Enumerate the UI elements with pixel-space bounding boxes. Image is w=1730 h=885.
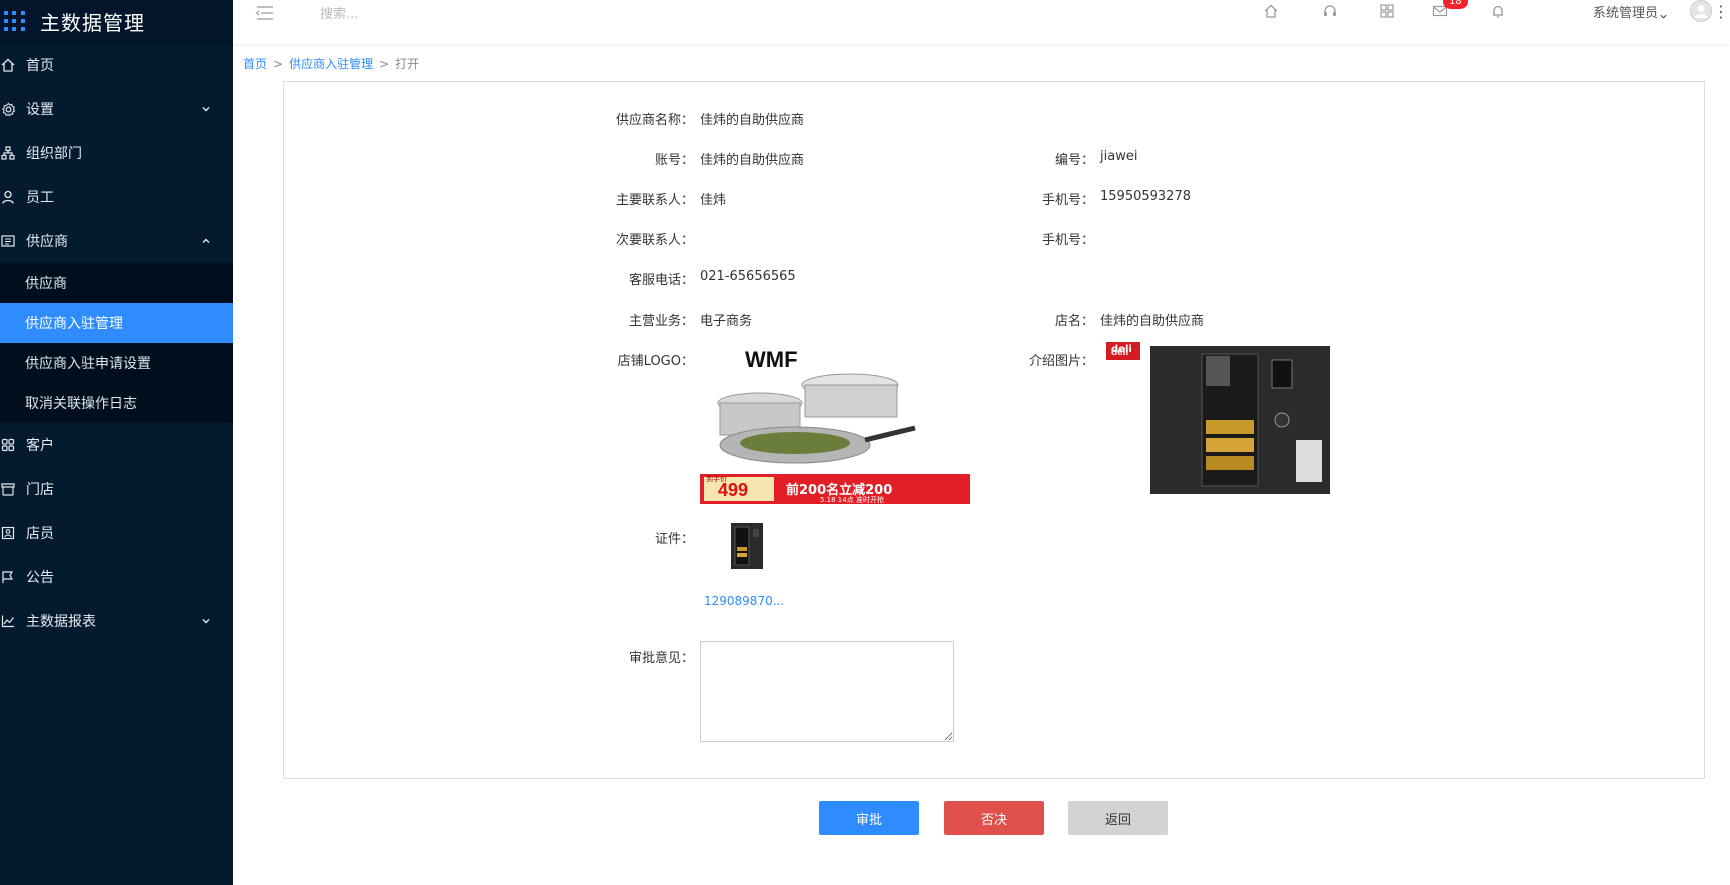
sidebar-item-store[interactable]: 门店	[0, 467, 233, 511]
code-label: 编号：	[1054, 153, 1094, 168]
sidebar-item-label: 公告	[26, 570, 54, 586]
secondary-contact-label: 次要联系人：	[615, 233, 694, 248]
clerk-icon	[0, 525, 16, 541]
supplier-detail-panel: 供应商名称： 佳炜的自助供应商 账号： 佳炜的自助供应商 编号： jiawei …	[283, 81, 1705, 779]
announcement-icon	[0, 569, 16, 585]
org-icon	[0, 145, 16, 161]
shop-logo-label: 店铺LOGO：	[617, 354, 694, 369]
reject-button[interactable]: 否决	[944, 801, 1044, 835]
sidebar-subitem-onboarding-settings[interactable]: 供应商入驻申请设置	[0, 343, 233, 383]
gear-icon	[0, 101, 16, 117]
service-phone-value: 021-65656565	[700, 269, 796, 284]
sidebar-item-label: 门店	[26, 482, 54, 498]
report-icon	[0, 613, 16, 629]
sidebar-item-clerk[interactable]: 店员	[0, 511, 233, 555]
sidebar-item-announcement[interactable]: 公告	[0, 555, 233, 599]
sidebar-item-settings[interactable]: 设置	[0, 87, 233, 131]
shop-name-value: 佳炜的自助供应商	[1100, 314, 1205, 329]
breadcrumb-home[interactable]: 首页	[243, 57, 267, 71]
bell-icon[interactable]	[1490, 3, 1508, 21]
account-label: 账号：	[654, 153, 694, 168]
service-phone-label: 客服电话：	[628, 273, 694, 288]
chevron-down-icon	[201, 614, 211, 630]
back-button[interactable]: 返回	[1068, 801, 1168, 835]
sidebar-menu-lower: 客户 门店 店员 公告 主数据报表	[0, 423, 233, 643]
main-business-value: 电子商务	[700, 314, 753, 329]
sidebar-subitem-onboarding-management[interactable]: 供应商入驻管理	[0, 303, 233, 343]
mail-icon[interactable]: 18	[1432, 0, 1468, 21]
app-title: 主数据管理	[40, 11, 145, 35]
search-input[interactable]	[318, 3, 522, 25]
breadcrumb-current: 打开	[395, 57, 420, 71]
intro-image-label: 介绍图片：	[1028, 354, 1094, 369]
menu-toggle-icon[interactable]	[255, 5, 275, 25]
breadcrumb-separator: >	[273, 57, 284, 71]
customer-icon	[0, 437, 16, 453]
breadcrumb: 首页 > 供应商入驻管理 > 打开	[243, 55, 419, 72]
svg-text:WMF: WMF	[745, 347, 798, 372]
sidebar-item-label: 员工	[26, 190, 54, 206]
code-value: jiawei	[1100, 149, 1138, 164]
sidebar-item-label: 首页	[26, 58, 54, 74]
sidebar-item-label: 客户	[26, 438, 54, 454]
sidebar-item-label: 供应商	[26, 234, 68, 250]
sidebar: 主数据管理 首页 设置 组织部门 员工 供应商 供应商 供应商入驻管理 供应商入…	[0, 0, 233, 885]
approval-remark-input[interactable]	[700, 641, 954, 742]
remark-label: 审批意见：	[628, 651, 694, 666]
intro-image[interactable]: deli deli	[1106, 340, 1331, 500]
brand: 主数据管理	[0, 0, 233, 43]
chevron-down-icon[interactable]	[1659, 6, 1668, 25]
sidebar-item-staff[interactable]: 员工	[0, 175, 233, 219]
logo-promo-subtext: 5.18 14点 准时开抢	[820, 496, 884, 504]
sidebar-subitem-supplier[interactable]: 供应商	[0, 263, 233, 303]
chevron-down-icon	[201, 102, 211, 118]
apps-grid-icon[interactable]	[4, 10, 26, 33]
chevron-up-icon	[201, 234, 211, 250]
sidebar-item-label: 设置	[26, 102, 54, 118]
breadcrumb-separator: >	[379, 57, 390, 71]
sidebar-item-customer[interactable]: 客户	[0, 423, 233, 467]
sidebar-item-label: 店员	[26, 526, 54, 542]
breadcrumb-parent[interactable]: 供应商入驻管理	[289, 57, 373, 71]
more-menu-icon[interactable]: ⋮	[1713, 2, 1729, 21]
home-icon[interactable]	[1263, 3, 1281, 21]
supplier-icon	[0, 233, 16, 249]
sidebar-item-report[interactable]: 主数据报表	[0, 599, 233, 643]
primary-contact-label: 主要联系人：	[615, 193, 694, 208]
approve-button[interactable]: 审批	[819, 801, 919, 835]
sidebar-menu: 首页 设置 组织部门 员工 供应商	[0, 43, 233, 263]
certificate-label: 证件：	[654, 532, 694, 547]
sidebar-subitem-unlink-log[interactable]: 取消关联操作日志	[0, 383, 233, 423]
home-icon	[0, 57, 16, 73]
intro-image-brand: deli	[1111, 344, 1132, 355]
store-icon	[0, 481, 16, 497]
message-count-badge: 18	[1443, 0, 1468, 9]
shop-name-label: 店名：	[1054, 314, 1094, 329]
supplier-submenu: 供应商 供应商入驻管理 供应商入驻申请设置 取消关联操作日志	[0, 263, 233, 423]
mobile2-label: 手机号：	[1041, 233, 1094, 248]
account-value: 佳炜的自助供应商	[700, 153, 805, 168]
mobile-value: 15950593278	[1100, 189, 1191, 204]
top-bar: 18 系统管理员 ⋮	[233, 0, 1730, 44]
primary-contact-value: 佳炜	[700, 193, 727, 208]
supplier-name-label: 供应商名称：	[615, 113, 694, 128]
certificate-thumbnail[interactable]	[727, 521, 767, 571]
avatar[interactable]	[1690, 0, 1712, 22]
logo-price-tag: 到手价	[706, 475, 727, 483]
supplier-name-value: 佳炜的自助供应商	[700, 113, 805, 128]
sidebar-item-supplier[interactable]: 供应商	[0, 219, 233, 263]
shop-logo-image[interactable]: WMF 499 到手价 前200名立减200 5.18 14点 准时开抢	[700, 340, 970, 510]
sidebar-item-home[interactable]: 首页	[0, 43, 233, 87]
mobile-label: 手机号：	[1041, 193, 1094, 208]
sidebar-item-org[interactable]: 组织部门	[0, 131, 233, 175]
headset-icon[interactable]	[1322, 3, 1340, 21]
certificate-file-link[interactable]: 129089870...	[704, 594, 784, 608]
user-name[interactable]: 系统管理员	[1593, 2, 1658, 21]
user-icon	[0, 189, 16, 205]
sidebar-item-label: 组织部门	[26, 146, 82, 162]
main-business-label: 主营业务：	[628, 314, 694, 329]
apps-icon[interactable]	[1379, 3, 1397, 21]
sidebar-item-label: 主数据报表	[26, 614, 96, 630]
